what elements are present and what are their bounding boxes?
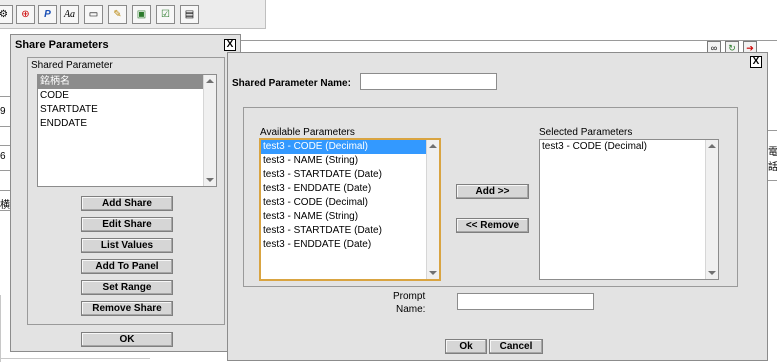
scroll-down-icon[interactable] [429, 271, 437, 275]
prompt-label: Name: [396, 304, 426, 315]
set-range-button[interactable]: Set Range [81, 280, 173, 295]
divider [0, 170, 10, 171]
shared-parameter-name-input[interactable] [360, 73, 497, 90]
divider [0, 358, 150, 359]
scroll-down-icon[interactable] [708, 271, 716, 275]
report-icon[interactable]: ▤ [180, 5, 199, 24]
selected-label: Selected Parameters [539, 127, 633, 138]
remove-button[interactable]: << Remove [456, 218, 529, 233]
available-label: Available Parameters [260, 127, 355, 138]
available-parameters-list[interactable]: test3 - CODE (Decimal) test3 - NAME (Str… [259, 138, 441, 281]
list-item[interactable]: test3 - STARTDATE (Date) [261, 168, 439, 182]
add-to-panel-button[interactable]: Add To Panel [81, 259, 173, 274]
font-icon[interactable]: Aa [60, 5, 79, 24]
list-item[interactable]: test3 - CODE (Decimal) [261, 140, 439, 154]
scroll-up-icon[interactable] [708, 144, 716, 148]
list-item[interactable]: test3 - STARTDATE (Date) [261, 224, 439, 238]
divider [0, 145, 10, 146]
divider [0, 126, 10, 127]
shared-parameter-editor-dialog: X Shared Parameter Name: Available Param… [227, 52, 768, 361]
prompt-label: Prompt [393, 291, 426, 302]
list-item[interactable]: test3 - NAME (String) [261, 154, 439, 168]
dialog-title: Share Parameters [15, 39, 109, 51]
cancel-button[interactable]: Cancel [489, 339, 543, 354]
image-icon[interactable]: ▣ [132, 5, 151, 24]
divider [0, 295, 1, 362]
add-share-button[interactable]: Add Share [81, 196, 173, 211]
pdf-export-icon[interactable]: ⊕ [16, 5, 35, 24]
list-item[interactable]: test3 - ENDDATE (Date) [261, 238, 439, 252]
main-toolbar: ⚙ ⊕ P Aa ▭ ✎ ▣ ☑ ▤ [0, 0, 266, 29]
shared-parameter-list[interactable]: 銘柄名 CODE STARTDATE ENDDATE [37, 74, 217, 187]
list-item[interactable]: ENDDATE [38, 117, 216, 131]
close-icon[interactable]: X [224, 39, 236, 51]
scroll-up-icon[interactable] [429, 144, 437, 148]
group-legend: Shared Parameter [31, 60, 113, 71]
ok-button[interactable]: OK [81, 332, 173, 347]
scrollbar[interactable] [203, 75, 216, 186]
list-item[interactable]: test3 - NAME (String) [261, 210, 439, 224]
scrollbar[interactable] [426, 140, 439, 279]
divider [0, 190, 10, 191]
prompt-name-input[interactable] [457, 293, 594, 310]
right-text: 電話 [768, 147, 777, 173]
gear-icon[interactable]: ⚙ [0, 5, 13, 24]
parameter-icon[interactable]: P [38, 5, 57, 24]
divider [768, 130, 777, 131]
list-item[interactable]: CODE [38, 89, 216, 103]
side-number: 9 [0, 106, 6, 117]
close-icon[interactable]: X [750, 56, 762, 68]
side-number: 6 [0, 151, 6, 162]
add-button[interactable]: Add >> [456, 184, 529, 199]
shared-parameter-group: Shared Parameter 銘柄名 CODE STARTDATE ENDD… [27, 57, 225, 325]
list-item[interactable]: 銘柄名 [38, 75, 216, 89]
list-item[interactable]: test3 - CODE (Decimal) [261, 196, 439, 210]
window-icon[interactable]: ▭ [84, 5, 103, 24]
scroll-up-icon[interactable] [206, 79, 214, 83]
divider [241, 40, 777, 41]
scrollbar[interactable] [705, 140, 718, 279]
edit-share-button[interactable]: Edit Share [81, 217, 173, 232]
remove-share-button[interactable]: Remove Share [81, 301, 173, 316]
selected-parameters-list[interactable]: test3 - CODE (Decimal) [539, 139, 719, 280]
share-parameters-dialog: Share Parameters X Shared Parameter 銘柄名 … [10, 34, 241, 352]
ok-button[interactable]: Ok [445, 339, 487, 354]
list-item[interactable]: test3 - ENDDATE (Date) [261, 182, 439, 196]
divider [0, 96, 10, 97]
name-label: Shared Parameter Name: [232, 78, 351, 89]
side-text: 横 [0, 200, 10, 211]
edit-icon[interactable]: ✎ [108, 5, 127, 24]
list-item[interactable]: test3 - CODE (Decimal) [540, 140, 718, 154]
checkbox-icon[interactable]: ☑ [156, 5, 175, 24]
list-values-button[interactable]: List Values [81, 238, 173, 253]
scroll-down-icon[interactable] [206, 178, 214, 182]
divider [768, 180, 777, 181]
list-item[interactable]: STARTDATE [38, 103, 216, 117]
